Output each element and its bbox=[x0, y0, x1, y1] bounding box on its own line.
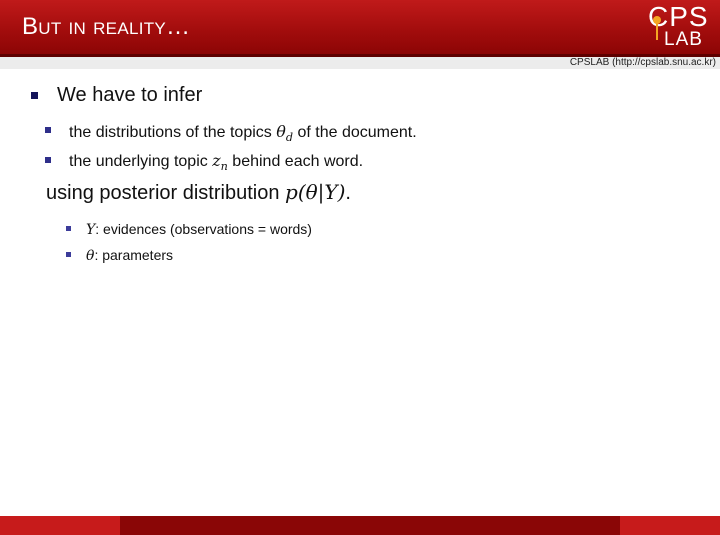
math-z: z bbox=[212, 151, 221, 170]
bullet-text: : evidences (observations = words) bbox=[95, 221, 312, 237]
slide-title: But in reality… bbox=[22, 13, 191, 40]
math-posterior: p(θ|Y) bbox=[285, 180, 346, 204]
bullet-topic-distribution: the distributions of the topics θd of th… bbox=[69, 122, 417, 144]
math-theta: θ bbox=[276, 122, 286, 141]
bullet-underlying-topic: the underlying topic zn behind each word… bbox=[69, 151, 363, 173]
plain-text: using posterior distribution bbox=[46, 182, 286, 204]
math-subscript: d bbox=[285, 130, 294, 144]
bullet-text: the distributions of the topics bbox=[69, 124, 277, 141]
bullet-parameters: θ: parameters bbox=[86, 247, 173, 264]
bullet-square-icon bbox=[45, 157, 51, 163]
lab-url: CPSLAB (http://cpslab.snu.ac.kr) bbox=[569, 57, 716, 68]
bullet-text: : parameters bbox=[94, 247, 174, 263]
logo-stem-icon bbox=[656, 22, 658, 40]
plain-text: . bbox=[345, 182, 351, 204]
math-Y: Y bbox=[86, 222, 96, 238]
bullet-square-icon bbox=[45, 127, 51, 133]
bullet-text: behind each word. bbox=[227, 153, 364, 170]
bullet-text: of the document. bbox=[293, 124, 417, 141]
math-subscript: n bbox=[220, 159, 228, 173]
footer-center-band bbox=[120, 516, 620, 535]
cpslab-logo: CPS LAB bbox=[640, 2, 710, 52]
logo-bottom-text: LAB bbox=[664, 29, 703, 50]
bullet-square-icon bbox=[66, 226, 71, 231]
bullet-text: the underlying topic bbox=[69, 153, 213, 170]
bullet-square-icon bbox=[66, 252, 71, 257]
posterior-line: using posterior distribution p(θ|Y). bbox=[46, 180, 351, 205]
bullet-square-icon bbox=[31, 92, 38, 99]
bullet-evidences: Y: evidences (observations = words) bbox=[86, 221, 312, 238]
bullet-level1: We have to infer bbox=[57, 84, 203, 106]
